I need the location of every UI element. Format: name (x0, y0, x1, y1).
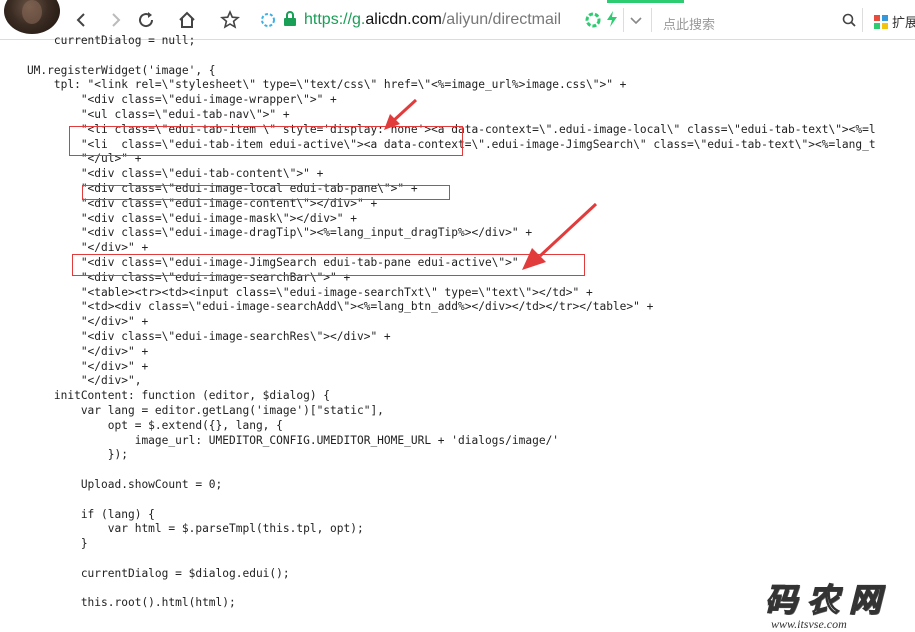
extensions-button[interactable]: 扩展 (873, 12, 915, 33)
code-line: opt = $.extend({}, lang, { (0, 418, 283, 432)
code-line: } (0, 537, 88, 551)
code-line: tpl: "<link rel=\"stylesheet\" type=\"te… (0, 78, 627, 92)
code-line: "<div class=\"edui-image-wrapper\">" + (0, 93, 337, 107)
address-divider (623, 8, 624, 32)
annotation-arrow-2 (522, 202, 598, 270)
home-icon[interactable] (176, 9, 198, 31)
avatar[interactable] (4, 0, 60, 34)
code-line: if (lang) { (0, 507, 155, 521)
url-scheme: https://g. (304, 11, 366, 28)
lock-icon (283, 11, 297, 32)
code-line: image_url: UMEDITOR_CONFIG.UMEDITOR_HOME… (0, 433, 560, 447)
chevron-down-icon[interactable] (629, 14, 643, 32)
green-spinner-icon[interactable] (585, 12, 601, 33)
code-line: UM.registerWidget('image', { (0, 63, 216, 77)
code-line: "<ul class=\"edui-tab-nav\">" + (0, 107, 290, 121)
lightning-icon[interactable] (605, 10, 619, 33)
highlight-box-jimgsearch-pane (72, 254, 585, 276)
url-path: /aliyun/directmail (441, 11, 562, 28)
code-line: var lang = editor.getLang('image')["stat… (0, 403, 384, 417)
toolbar-divider-2 (862, 8, 863, 32)
watermark: 码农网 www.itsvse.com (764, 575, 905, 631)
back-icon[interactable] (71, 9, 93, 31)
annotation-arrow-1 (384, 98, 418, 130)
code-line: "<div class=\"edui-image-searchRes\"></d… (0, 329, 391, 343)
code-line: "</div>", (0, 374, 142, 388)
watermark-logo: 码农网 (764, 580, 892, 619)
url-text[interactable]: https://g.alicdn.com/aliyun/directmail (304, 11, 561, 29)
code-line: "<div class=\"edui-tab-content\">" + (0, 167, 324, 181)
search-icon[interactable] (842, 13, 856, 32)
code-line: initContent: function (editor, $dialog) … (0, 389, 331, 403)
toolbar-divider (651, 8, 652, 32)
bookmark-star-icon[interactable] (219, 9, 241, 31)
highlight-box-local-pane (82, 185, 450, 200)
code-line: "<div class=\"edui-image-mask\"></div>" … (0, 211, 357, 225)
code-view: currentDialog = null; UM.registerWidget(… (0, 34, 915, 611)
code-line: Upload.showCount = 0; (0, 477, 223, 491)
code-line: "<table><tr><td><input class=\"edui-imag… (0, 285, 593, 299)
url-host: alicdn.com (365, 11, 442, 28)
code-line: "</div>" + (0, 315, 149, 329)
site-info-icon[interactable] (260, 12, 276, 33)
extensions-icon (873, 14, 889, 33)
code-line: "</div>" + (0, 344, 149, 358)
extensions-label: 扩展 (892, 15, 915, 30)
forward-icon[interactable] (104, 9, 126, 31)
active-tab-indicator (607, 0, 684, 3)
code-line: "<td><div class=\"edui-image-searchAdd\"… (0, 300, 654, 314)
refresh-icon[interactable] (135, 9, 157, 31)
code-line: }); (0, 448, 128, 462)
code-line: var html = $.parseTmpl(this.tpl, opt); (0, 522, 364, 536)
search-input[interactable]: 点此搜索 (663, 14, 715, 33)
address-bar[interactable]: https://g.alicdn.com/aliyun/directmail (255, 5, 650, 35)
code-line: "</div>" + (0, 359, 149, 373)
code-line: currentDialog = null; (0, 34, 196, 47)
code-line: "<div class=\"edui-image-dragTip\"><%=la… (0, 226, 533, 240)
